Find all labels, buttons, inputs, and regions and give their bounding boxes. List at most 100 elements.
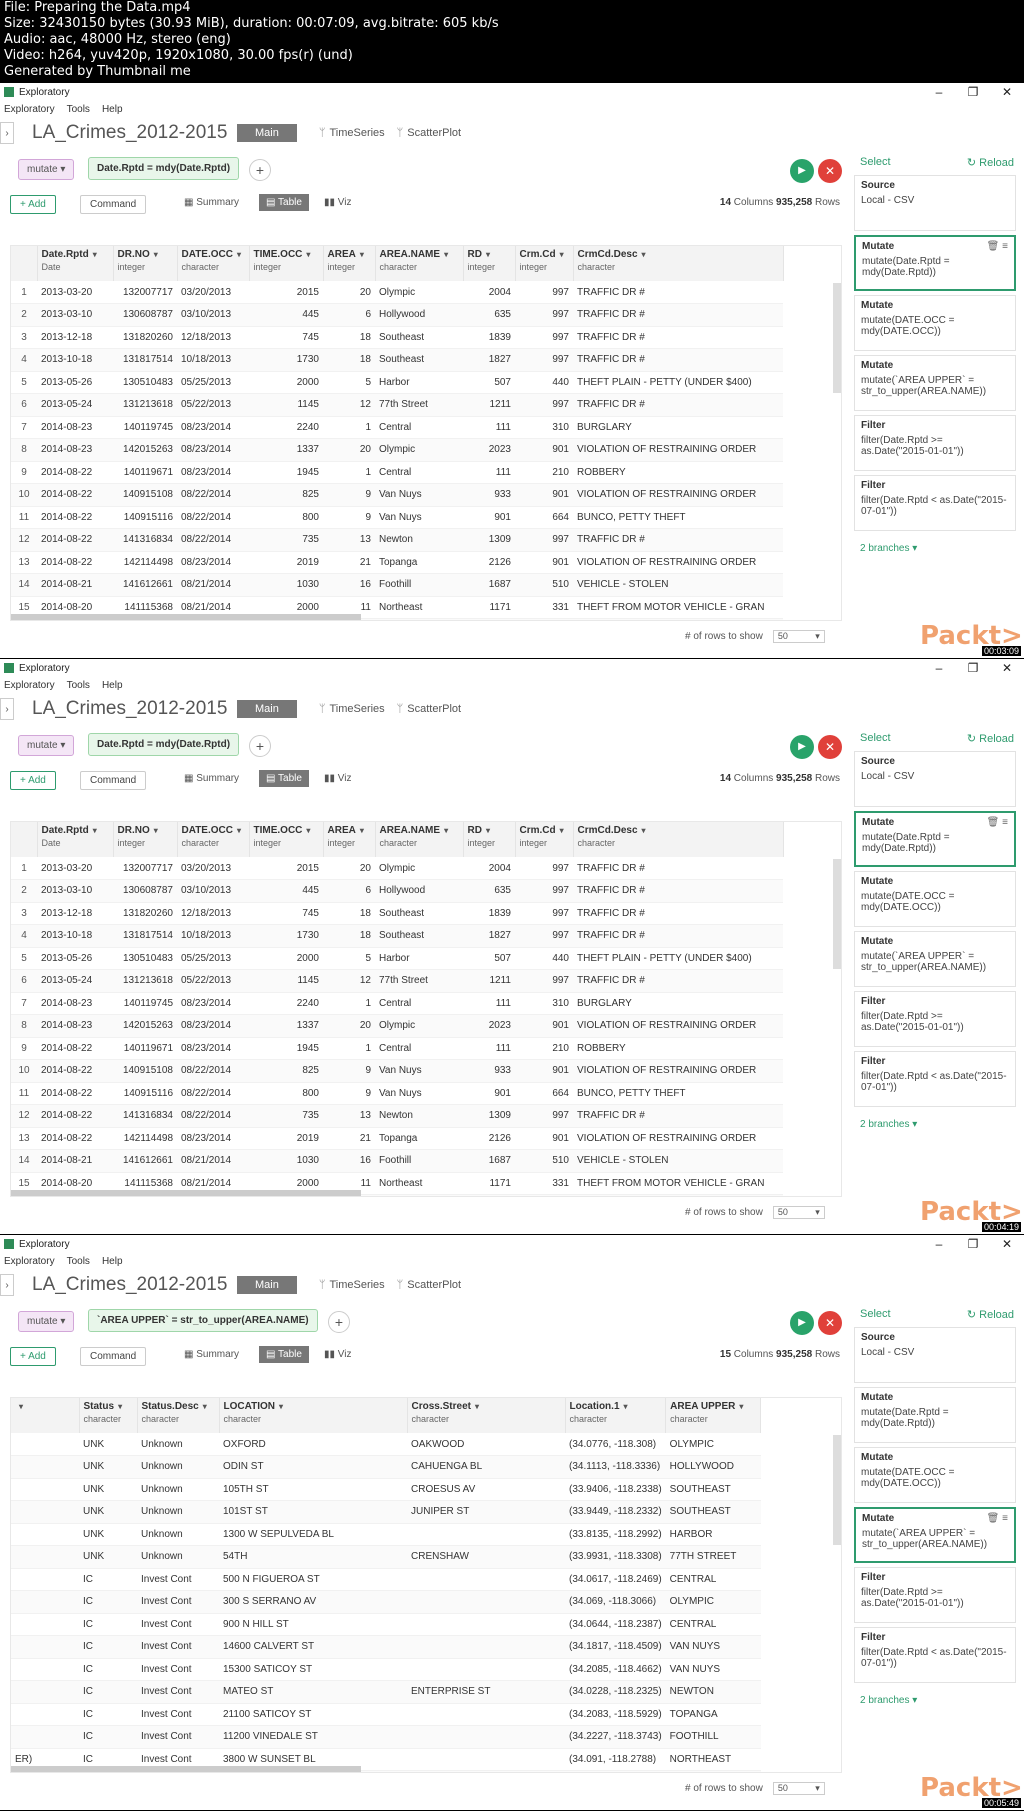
table-view-button[interactable]: ▤ Table bbox=[259, 770, 309, 787]
table-row[interactable]: 7 2014-08-23 140119745 08/23/2014 2240 1 Centr… bbox=[11, 992, 783, 1015]
summary-view-button[interactable]: ▦ Summary bbox=[184, 197, 239, 208]
menu-item[interactable]: Exploratory bbox=[4, 104, 55, 115]
menu-item[interactable]: Tools bbox=[67, 1256, 90, 1267]
sidebar-toggle-icon[interactable]: › bbox=[0, 698, 14, 720]
menu-item[interactable]: Tools bbox=[67, 104, 90, 115]
table-row[interactable]: 2 2013-03-10 130608787 03/10/2013 445 6 Hollyw… bbox=[11, 879, 783, 903]
tab-scatterplot[interactable]: ᛘ ScatterPlot bbox=[397, 703, 461, 715]
command-type-dropdown[interactable]: mutate ▾ bbox=[18, 159, 75, 180]
table-row[interactable]: 13 2014-08-22 142114498 08/23/2014 2019 21 Top… bbox=[11, 551, 783, 574]
data-step[interactable]: Mutate mutate(DATE.OCC = mdy(DATE.OCC)) bbox=[854, 295, 1016, 351]
minimize-button[interactable]: – bbox=[922, 659, 956, 677]
column-header[interactable]: RD ▾ integer bbox=[463, 822, 516, 857]
table-row[interactable]: 9 2014-08-22 140119671 08/23/2014 1945 1 Centr… bbox=[11, 461, 783, 484]
run-button[interactable]: ▶ bbox=[790, 735, 814, 759]
menu-icon[interactable]: ≡ bbox=[1002, 817, 1008, 828]
run-button[interactable]: ▶ bbox=[790, 1311, 814, 1335]
run-button[interactable]: ▶ bbox=[790, 159, 814, 183]
column-header[interactable]: AREA ▾ integer bbox=[323, 246, 376, 281]
data-step[interactable]: Source Local - CSV bbox=[854, 1327, 1016, 1383]
branches-dropdown[interactable]: 2 branches ▾ bbox=[854, 535, 1020, 562]
maximize-button[interactable]: ❐ bbox=[956, 1235, 990, 1253]
table-row[interactable]: 8 2014-08-23 142015263 08/23/2014 1337 20 Olym… bbox=[11, 438, 783, 462]
chevron-down-icon[interactable]: ▾ bbox=[237, 826, 241, 835]
summary-view-button[interactable]: ▦ Summary bbox=[184, 773, 239, 784]
chevron-down-icon[interactable]: ▾ bbox=[360, 826, 364, 835]
table-row[interactable]: 7 2014-08-23 140119745 08/23/2014 2240 1 Centr… bbox=[11, 416, 783, 439]
tab-timeseries[interactable]: ᛘ TimeSeries bbox=[319, 127, 385, 139]
column-header[interactable]: DR.NO ▾ integer bbox=[113, 822, 178, 857]
data-step[interactable]: Mutate mutate(DATE.OCC = mdy(DATE.OCC)) bbox=[854, 871, 1016, 927]
data-step[interactable]: Source Local - CSV bbox=[854, 751, 1016, 807]
maximize-button[interactable]: ❐ bbox=[956, 659, 990, 677]
table-row[interactable]: 14 2014-08-21 141612661 08/21/2014 1030 16 Foo… bbox=[11, 573, 783, 597]
select-link[interactable]: Select bbox=[860, 1308, 891, 1320]
table-row[interactable]: UNK Unknown 54TH CRENSHAW (33.9931, -118.33… bbox=[11, 1545, 761, 1569]
command-type-dropdown[interactable]: mutate ▾ bbox=[18, 735, 75, 756]
column-header[interactable]: CrmCd.Desc ▾ character bbox=[573, 246, 784, 281]
table-row[interactable]: 1 2013-03-20 132007717 03/20/2013 2015 20 Olym… bbox=[11, 857, 783, 880]
data-step[interactable]: Filter filter(Date.Rptd < as.Date("2015-0… bbox=[854, 475, 1016, 531]
reload-button[interactable]: ↻ Reload bbox=[967, 732, 1014, 745]
table-row[interactable]: UNK Unknown 105TH ST CROESUS AV (33.9406, -… bbox=[11, 1478, 761, 1501]
tab-main[interactable]: Main bbox=[237, 124, 297, 142]
table-row[interactable]: UNK Unknown 1300 W SEPULVEDA BL (33.8135, -… bbox=[11, 1523, 761, 1546]
column-header[interactable]: Date.Rptd ▾ Date bbox=[37, 246, 114, 281]
tab-scatterplot[interactable]: ᛘ ScatterPlot bbox=[397, 1279, 461, 1291]
viz-view-button[interactable]: ▮▮ Viz bbox=[324, 1349, 352, 1360]
vertical-scrollbar[interactable] bbox=[833, 1435, 841, 1545]
minimize-button[interactable]: – bbox=[922, 83, 956, 101]
table-row[interactable]: IC Invest Cont 300 S SERRANO AV (34.069, -1… bbox=[11, 1590, 761, 1614]
rows-to-show-select[interactable]: 50 ▾ bbox=[772, 1206, 825, 1219]
reload-button[interactable]: ↻ Reload bbox=[967, 1308, 1014, 1321]
column-header[interactable]: CrmCd.Desc ▾ character bbox=[573, 822, 784, 857]
chevron-down-icon[interactable]: ▾ bbox=[154, 250, 158, 259]
menu-icon[interactable]: ≡ bbox=[1002, 241, 1008, 252]
table-row[interactable]: 11 2014-08-22 140915116 08/22/2014 800 9 Van N… bbox=[11, 1082, 783, 1105]
chevron-down-icon[interactable]: ▾ bbox=[444, 826, 448, 835]
table-row[interactable]: 9 2014-08-22 140119671 08/23/2014 1945 1 Centr… bbox=[11, 1037, 783, 1060]
table-row[interactable]: 4 2013-10-18 131817514 10/18/2013 1730 18 Sout… bbox=[11, 348, 783, 372]
select-link[interactable]: Select bbox=[860, 732, 891, 744]
tab-scatterplot[interactable]: ᛘ ScatterPlot bbox=[397, 127, 461, 139]
reload-button[interactable]: ↻ Reload bbox=[967, 156, 1014, 169]
table-row[interactable]: 14 2014-08-21 141612661 08/21/2014 1030 16 Foo… bbox=[11, 1149, 783, 1173]
column-header[interactable]: TIME.OCC ▾ integer bbox=[249, 822, 324, 857]
chevron-down-icon[interactable]: ▾ bbox=[360, 250, 364, 259]
data-step[interactable]: Filter filter(Date.Rptd < as.Date("2015-0… bbox=[854, 1051, 1016, 1107]
viz-view-button[interactable]: ▮▮ Viz bbox=[324, 197, 352, 208]
column-header[interactable]: DATE.OCC ▾ character bbox=[177, 822, 250, 857]
table-row[interactable]: IC Invest Cont MATEO ST ENTERPRISE ST (34.0… bbox=[11, 1680, 761, 1704]
column-header[interactable]: DATE.OCC ▾ character bbox=[177, 246, 250, 281]
table-row[interactable]: IC Invest Cont 11200 VINEDALE ST (34.2227, … bbox=[11, 1725, 761, 1749]
column-header[interactable]: DR.NO ▾ integer bbox=[113, 246, 178, 281]
menu-item[interactable]: Tools bbox=[67, 680, 90, 691]
table-row[interactable]: 12 2014-08-22 141316834 08/22/2014 735 13 Newt… bbox=[11, 1104, 783, 1128]
table-row[interactable]: 3 2013-12-18 131820260 12/18/2013 745 18 South… bbox=[11, 326, 783, 349]
table-row[interactable]: 5 2013-05-26 130510483 05/25/2013 2000 5 Harbo… bbox=[11, 947, 783, 970]
add-button[interactable]: + Add bbox=[10, 195, 56, 214]
column-header[interactable]: ▾ bbox=[11, 1398, 80, 1433]
table-row[interactable]: 1 2013-03-20 132007717 03/20/2013 2015 20 Olym… bbox=[11, 281, 783, 304]
branches-dropdown[interactable]: 2 branches ▾ bbox=[854, 1111, 1020, 1138]
sidebar-toggle-icon[interactable]: › bbox=[0, 122, 14, 144]
cancel-button[interactable]: ✕ bbox=[818, 159, 842, 183]
table-row[interactable]: 4 2013-10-18 131817514 10/18/2013 1730 18 Sout… bbox=[11, 924, 783, 948]
column-header[interactable]: Location.1 ▾ character bbox=[565, 1398, 667, 1433]
tab-timeseries[interactable]: ᛘ TimeSeries bbox=[319, 1279, 385, 1291]
menu-item[interactable]: Exploratory bbox=[4, 1256, 55, 1267]
select-link[interactable]: Select bbox=[860, 156, 891, 168]
branches-dropdown[interactable]: 2 branches ▾ bbox=[854, 1687, 1020, 1714]
chevron-down-icon[interactable]: ▾ bbox=[154, 826, 158, 835]
vertical-scrollbar[interactable] bbox=[833, 283, 841, 393]
maximize-button[interactable]: ❐ bbox=[956, 83, 990, 101]
table-row[interactable]: UNK Unknown OXFORD OAKWOOD (34.0776, -118.3… bbox=[11, 1433, 761, 1456]
table-view-button[interactable]: ▤ Table bbox=[259, 194, 309, 211]
close-window-button[interactable]: ✕ bbox=[990, 1235, 1024, 1253]
table-row[interactable]: UNK Unknown ODIN ST CAHUENGA BL (34.1113, -… bbox=[11, 1455, 761, 1479]
data-step[interactable]: Source Local - CSV bbox=[854, 175, 1016, 231]
data-step[interactable]: Filter filter(Date.Rptd >= as.Date("2015-… bbox=[854, 991, 1016, 1047]
command-button[interactable]: Command bbox=[80, 771, 147, 790]
trash-icon[interactable]: 🗑 bbox=[987, 1513, 1002, 1524]
command-button[interactable]: Command bbox=[80, 1347, 147, 1366]
